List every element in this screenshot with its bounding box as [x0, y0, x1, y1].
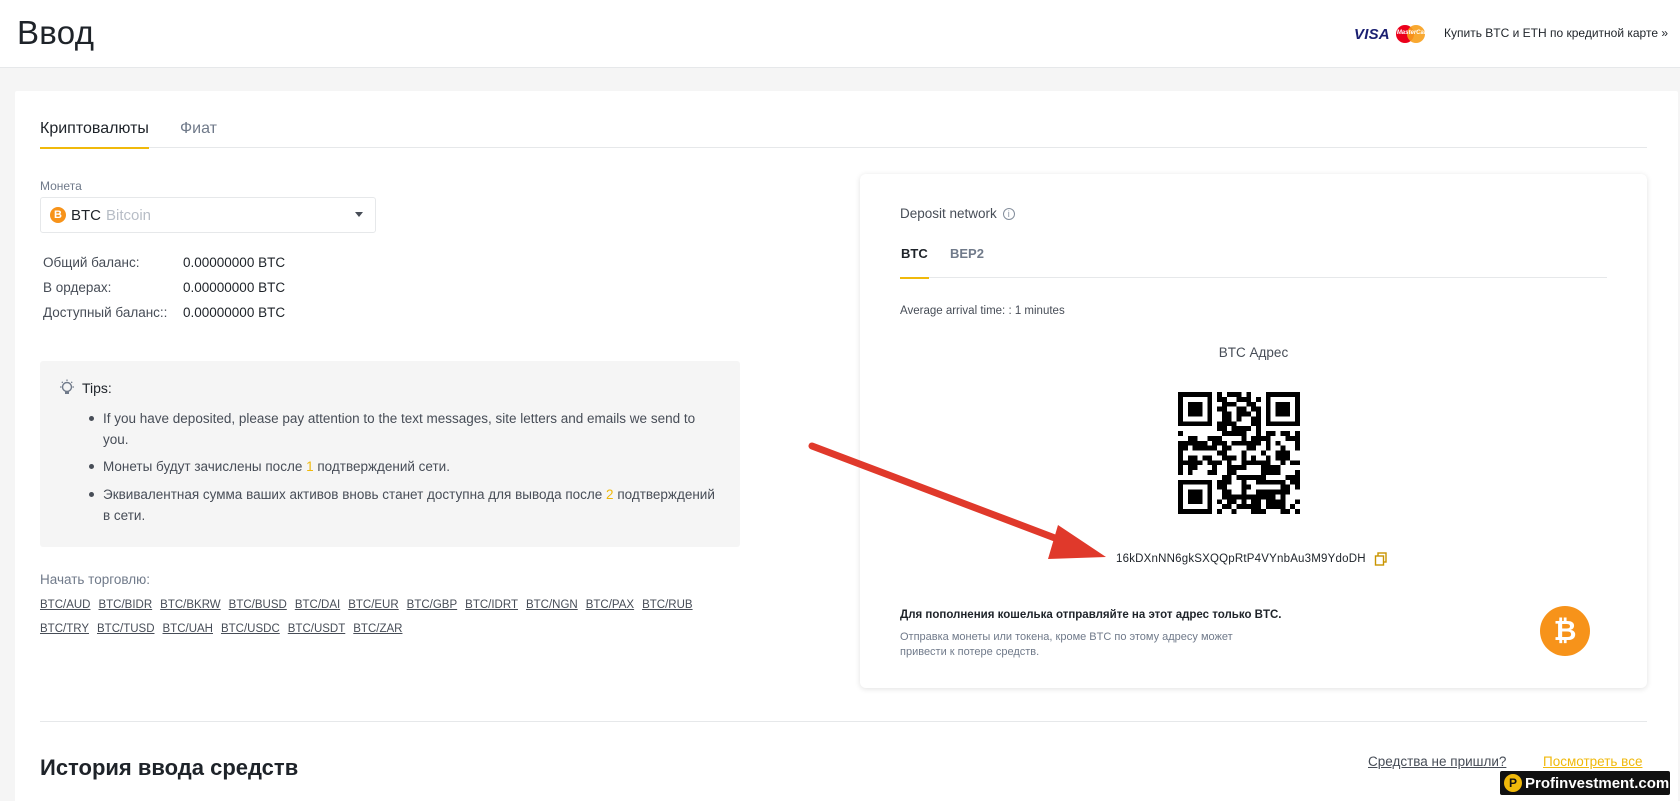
asset-tabs: Криптовалюты Фиат [40, 120, 1647, 149]
trading-pair-link[interactable]: BTC/DAI [295, 599, 340, 611]
trading-pair-link[interactable]: BTC/BIDR [98, 599, 152, 611]
trading-pair-link[interactable]: BTC/AUD [40, 599, 90, 611]
visa-logo: VISA [1354, 25, 1390, 43]
bitcoin-icon: B [50, 207, 66, 223]
deposit-warning-note: Отправка монеты или токена, кроме BTC по… [900, 631, 1233, 658]
coin-name: Bitcoin [106, 206, 152, 224]
trading-pair-link[interactable]: BTC/USDC [221, 623, 280, 635]
copy-icon[interactable] [1374, 552, 1388, 566]
qr-code [1178, 392, 1300, 514]
deposit-address[interactable]: 16kDXnNN6gkSXQQpRtP4VYnbAu3M9YdoDH [1116, 553, 1366, 565]
balance-available-value: 0.00000000 BTC [183, 305, 286, 320]
balance-total-value: 0.00000000 BTC [183, 255, 286, 270]
funds-not-arrived-link[interactable]: Средства не пришли? [1368, 754, 1506, 769]
tips-box: Tips: If you have deposited, please pay … [40, 361, 740, 547]
trading-pair-link[interactable]: BTC/GBP [407, 599, 457, 611]
deposit-network-title: Deposit network i [900, 206, 1015, 221]
balance-available-label: Доступный баланс:: [43, 305, 168, 320]
balance-total-label: Общий баланс: [43, 255, 140, 270]
trading-pairs-row: BTC/TRY BTC/TUSD BTC/UAH BTC/USDC BTC/USDT BT… [40, 623, 740, 635]
trading-pair-link[interactable]: BTC/UAH [163, 623, 213, 635]
payment-logos: VISA MasterCard [1354, 24, 1430, 44]
mastercard-logo: MasterCard [1394, 24, 1430, 44]
trading-pair-link[interactable]: BTC/USDT [288, 623, 346, 635]
trading-pair-link[interactable]: BTC/BUSD [229, 599, 287, 611]
tab-network-bep2[interactable]: BEP2 [950, 246, 984, 261]
coin-select[interactable]: B BTC Bitcoin [40, 197, 376, 233]
tips-heading: Tips: [58, 379, 112, 397]
section-divider [40, 721, 1647, 722]
coin-code: BTC [71, 206, 101, 224]
balance-orders-value: 0.00000000 BTC [183, 280, 286, 295]
view-all-link[interactable]: Посмотреть все [1543, 754, 1642, 769]
info-icon[interactable]: i [1002, 207, 1015, 220]
trading-pair-link[interactable]: BTC/TUSD [97, 623, 155, 635]
network-tabs: BTC BEP2 [900, 246, 1607, 279]
deposit-panel: Deposit network i BTC BEP2 Average arriv… [860, 174, 1647, 688]
deposit-history-title: История ввода средств [40, 755, 299, 780]
buy-with-card-link[interactable]: Купить BTC и ETH по кредитной карте » [1444, 26, 1668, 40]
balance-orders-label: В ордерах: [43, 280, 112, 295]
trading-pair-link[interactable]: BTC/PAX [586, 599, 634, 611]
trading-pair-link[interactable]: BTC/TRY [40, 623, 89, 635]
tab-network-btc[interactable]: BTC [900, 246, 929, 279]
lightbulb-icon [60, 379, 74, 394]
tip-item: Монеты будут зачислены после 1 подтвержд… [89, 456, 723, 477]
bitcoin-logo-icon: ₿ [1540, 606, 1590, 656]
coin-label: Монета [40, 179, 82, 193]
arrival-time: Average arrival time: : 1 minutes [900, 305, 1065, 317]
tab-crypto[interactable]: Криптовалюты [40, 120, 149, 149]
watermark: P Profinvestment.com [1500, 771, 1670, 795]
top-bar: Ввод VISA MasterCard Купить BTC и ETH по… [0, 0, 1680, 68]
page-title: Ввод [17, 14, 95, 51]
watermark-logo-icon: P [1504, 774, 1522, 792]
trading-pair-link[interactable]: BTC/RUB [642, 599, 692, 611]
tip-item: Эквивалентная сумма ваших активов вновь … [89, 484, 723, 526]
trading-pair-link[interactable]: BTC/BKRW [160, 599, 221, 611]
deposit-warning: Для пополнения кошелька отправляйте на э… [900, 609, 1282, 621]
trading-pair-link[interactable]: BTC/IDRT [465, 599, 518, 611]
trading-pair-link[interactable]: BTC/EUR [348, 599, 398, 611]
trading-pair-link[interactable]: BTC/ZAR [353, 623, 402, 635]
address-title: BTC Адрес [1218, 345, 1289, 360]
trading-pair-link[interactable]: BTC/NGN [526, 599, 578, 611]
start-trading-label: Начать торговлю: [40, 572, 150, 587]
trading-pairs-row: BTC/AUD BTC/BIDR BTC/BKRW BTC/BUSD BTC/DAI BT… [40, 599, 740, 611]
chevron-down-icon [355, 212, 363, 217]
tip-item: If you have deposited, please pay attent… [89, 408, 723, 450]
tab-fiat[interactable]: Фиат [180, 120, 217, 146]
